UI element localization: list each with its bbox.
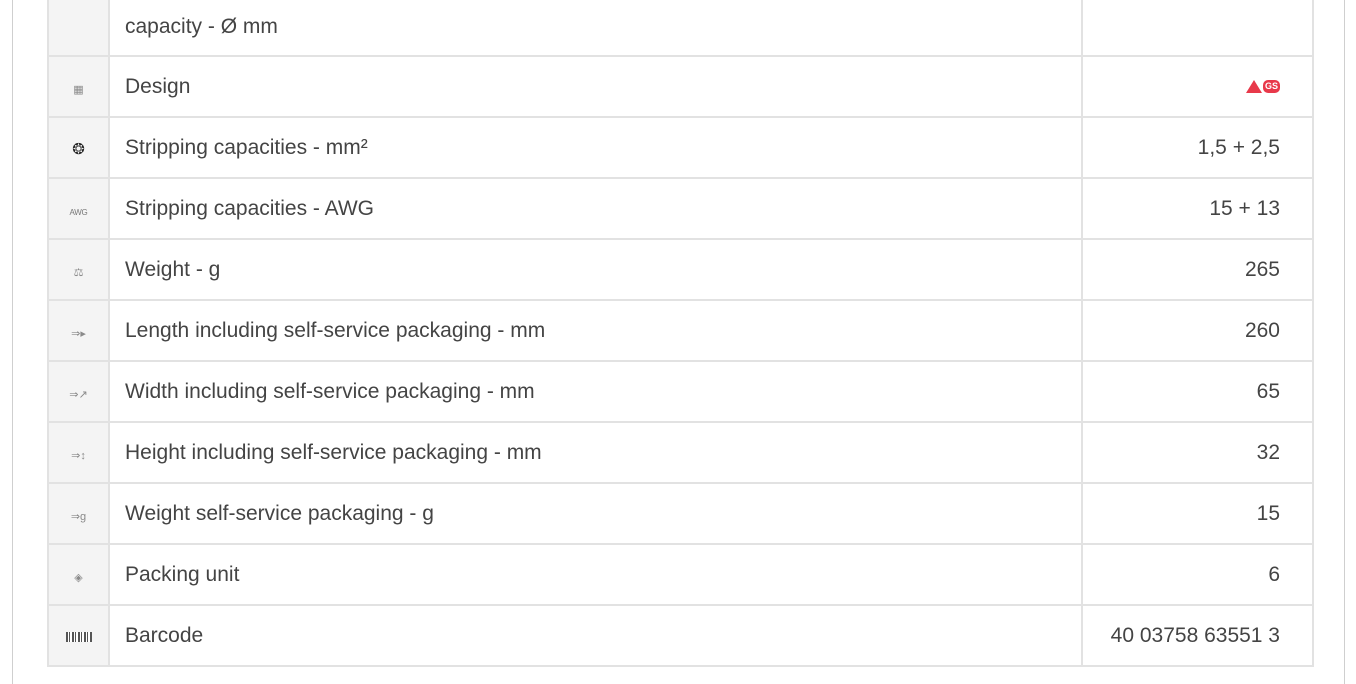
spec-label: Height including self-service packaging … bbox=[108, 421, 1083, 484]
package-height-icon: ⇒↕ bbox=[71, 449, 86, 462]
table-row: capacity - Ø mm bbox=[47, 0, 1314, 57]
page-frame-left bbox=[12, 0, 13, 684]
stripping-capacity-mm2-icon: ❂ bbox=[72, 140, 85, 158]
table-row: Barcode 40 03758 63551 3 bbox=[47, 604, 1314, 667]
scale-icon: ⚖ bbox=[73, 266, 84, 279]
spec-label: Stripping capacities - AWG bbox=[108, 177, 1083, 240]
page-frame-right bbox=[1344, 0, 1345, 684]
spec-label: Length including self-service packaging … bbox=[108, 299, 1083, 362]
package-length-icon: ⇒▸ bbox=[71, 327, 86, 340]
spec-label: Stripping capacities - mm² bbox=[108, 116, 1083, 179]
spec-label: Weight - g bbox=[108, 238, 1083, 301]
table-row: ▦ Design GS bbox=[47, 55, 1314, 118]
specifications-table: capacity - Ø mm ▦ Design GS ❂ Stripping … bbox=[47, 0, 1314, 667]
table-row: ❂ Stripping capacities - mm² 1,5 + 2,5 bbox=[47, 116, 1314, 179]
design-icon: ▦ bbox=[73, 83, 84, 96]
table-row: ⇒↕ Height including self-service packagi… bbox=[47, 421, 1314, 484]
gs-certification-icon: GS bbox=[1245, 79, 1280, 93]
table-row: ⚖ Weight - g 265 bbox=[47, 238, 1314, 301]
spec-value: 40 03758 63551 3 bbox=[1081, 604, 1314, 667]
spec-value: 15 bbox=[1081, 482, 1314, 545]
spec-value: 265 bbox=[1081, 238, 1314, 301]
awg-icon: AWG bbox=[69, 207, 88, 217]
icon-cell bbox=[47, 0, 110, 57]
spec-label: capacity - Ø mm bbox=[108, 0, 1083, 57]
package-width-icon: ⇒↗ bbox=[69, 388, 88, 401]
spec-label: Packing unit bbox=[108, 543, 1083, 606]
table-row: ⇒▸ Length including self-service packagi… bbox=[47, 299, 1314, 362]
spec-value: 6 bbox=[1081, 543, 1314, 606]
spec-value bbox=[1081, 0, 1314, 57]
table-row: ⇒g Weight self-service packaging - g 15 bbox=[47, 482, 1314, 545]
spec-value: 1,5 + 2,5 bbox=[1081, 116, 1314, 179]
packing-unit-icon: ◈ bbox=[74, 571, 83, 584]
spec-value: 65 bbox=[1081, 360, 1314, 423]
table-row: AWG Stripping capacities - AWG 15 + 13 bbox=[47, 177, 1314, 240]
table-row: ⇒↗ Width including self-service packagin… bbox=[47, 360, 1314, 423]
spec-label: Weight self-service packaging - g bbox=[108, 482, 1083, 545]
spec-value: 15 + 13 bbox=[1081, 177, 1314, 240]
spec-label: Barcode bbox=[108, 604, 1083, 667]
spec-value: 260 bbox=[1081, 299, 1314, 362]
barcode-icon bbox=[65, 631, 92, 642]
package-weight-icon: ⇒g bbox=[70, 510, 87, 523]
spec-value: GS bbox=[1081, 55, 1314, 118]
spec-label: Design bbox=[108, 55, 1083, 118]
spec-value: 32 bbox=[1081, 421, 1314, 484]
table-row: ◈ Packing unit 6 bbox=[47, 543, 1314, 606]
spec-label: Width including self-service packaging -… bbox=[108, 360, 1083, 423]
